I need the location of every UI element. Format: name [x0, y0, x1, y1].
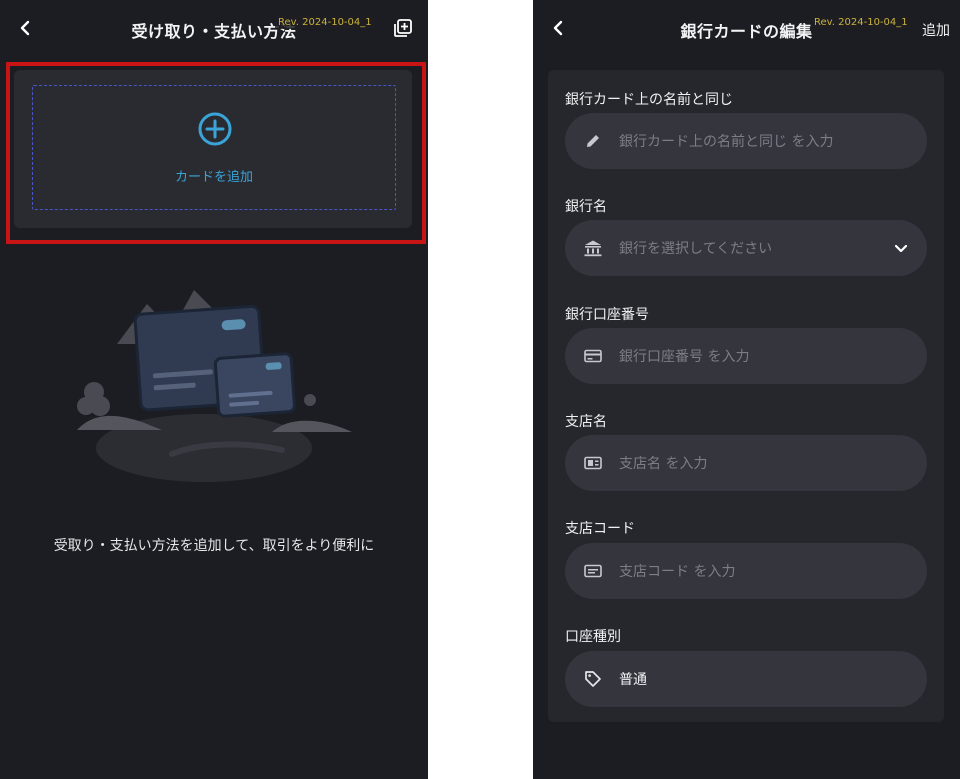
top-bar: 受け取り・支払い方法 Rev. 2024-10-04_1 — [0, 0, 428, 58]
revision-badge: Rev. 2024-10-04_1 — [275, 16, 375, 29]
add-window-icon — [394, 19, 412, 37]
placeholder: 支店コード を入力 — [619, 564, 736, 580]
branch-name-input[interactable]: 支店名 を入力 — [565, 435, 927, 491]
bank-icon — [583, 238, 603, 258]
revision-badge: Rev. 2024-10-04_1 — [811, 16, 911, 29]
account-type-label: 口座種別 — [565, 629, 621, 645]
top-bar: 銀行カードの編集 Rev. 2024-10-04_1 追加 — [533, 0, 960, 58]
account-number-input[interactable]: 銀行口座番号 を入力 — [565, 328, 927, 384]
branch-code-label: 支店コード — [565, 521, 635, 537]
placeholder: 銀行口座番号 を入力 — [619, 349, 750, 365]
placeholder: 支店名 を入力 — [619, 456, 708, 472]
empty-cards-illustration — [77, 290, 352, 482]
account-type-select[interactable]: 普通 — [565, 651, 927, 707]
account-number-label: 銀行口座番号 — [565, 307, 649, 323]
cardholder-name-input[interactable]: 銀行カード上の名前と同じ を入力 — [565, 113, 927, 169]
edit-bank-card-screen: 銀行カードの編集 Rev. 2024-10-04_1 追加 銀行カード上の名前と… — [533, 0, 960, 779]
card-icon — [583, 346, 603, 366]
tag-icon — [583, 669, 603, 689]
empty-state-message: 受取り・支払い方法を追加して、取引をより便利に — [53, 538, 375, 554]
payment-methods-screen: 受け取り・支払い方法 Rev. 2024-10-04_1 カードを追加 受取り・… — [0, 0, 428, 779]
branch-name-label: 支店名 — [565, 414, 607, 430]
history-button[interactable] — [393, 18, 413, 42]
add-action-button[interactable]: 追加 — [922, 20, 950, 40]
pencil-icon — [583, 131, 603, 151]
cardholder-name-label: 銀行カード上の名前と同じ — [565, 92, 733, 108]
chevron-down-icon — [894, 244, 908, 253]
branch-icon — [583, 453, 603, 473]
placeholder: 銀行を選択してください — [619, 241, 773, 257]
bank-name-select[interactable]: 銀行を選択してください — [565, 220, 927, 276]
highlight-box — [6, 62, 426, 244]
bank-name-label: 銀行名 — [565, 199, 607, 215]
placeholder: 銀行カード上の名前と同じ を入力 — [619, 134, 834, 150]
account-type-value: 普通 — [619, 672, 647, 688]
branch-code-input[interactable]: 支店コード を入力 — [565, 543, 927, 599]
code-icon — [583, 561, 603, 581]
